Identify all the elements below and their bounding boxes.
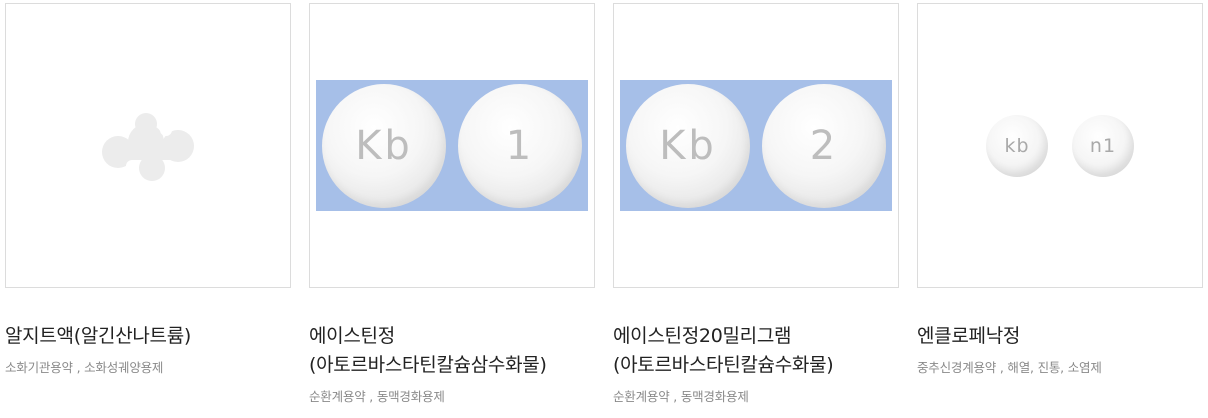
product-card[interactable]: Kb 1 에이스틴정 (아토르바스타틴칼슘삼수화물) 순환계용약 , 동맥경화용… xyxy=(309,3,595,405)
product-card[interactable]: 알지트액(알긴산나트륨) 소화기관용약 , 소화성궤양용제 xyxy=(5,3,291,376)
product-card[interactable]: kb n1 엔클로페낙정 중추신경계용약 , 해열, 진통, 소염제 xyxy=(917,3,1203,376)
product-name[interactable]: 에이스틴정 (아토르바스타틴칼슘삼수화물) xyxy=(309,322,595,380)
product-name-line1: 에이스틴정 xyxy=(309,325,395,347)
product-name-line2: (아토르바스타틴칼슘삼수화물) xyxy=(309,354,547,376)
product-category: 순환계용약 , 동맥경화용제 xyxy=(309,389,445,404)
pill-front: Kb xyxy=(626,83,750,208)
product-category: 순환계용약 , 동맥경화용제 xyxy=(613,389,749,404)
product-category: 중추신경계용약 , 해열, 진통, 소염제 xyxy=(917,360,1102,375)
product-thumbnail[interactable]: kb n1 xyxy=(917,3,1203,288)
product-name[interactable]: 엔클로페낙정 xyxy=(917,322,1203,351)
placeholder-logo-icon xyxy=(102,113,194,181)
pill-photo: Kb 1 xyxy=(316,80,588,211)
pill-back: 1 xyxy=(458,83,582,208)
product-category: 소화기관용약 , 소화성궤양용제 xyxy=(5,360,164,375)
pill-back: n1 xyxy=(1072,114,1134,177)
pill-photo: kb n1 xyxy=(924,80,1196,211)
product-name[interactable]: 에이스틴정20밀리그램 (아토르바스타틴칼슘수화물) xyxy=(613,322,899,380)
pill-photo: Kb 2 xyxy=(620,80,892,211)
pill-front: kb xyxy=(986,114,1048,177)
product-name[interactable]: 알지트액(알긴산나트륨) xyxy=(5,322,291,351)
product-name-line2: (아토르바스타틴칼슘수화물) xyxy=(613,354,834,376)
pill-front: Kb xyxy=(322,83,446,208)
product-thumbnail[interactable] xyxy=(5,3,291,288)
product-name-line1: 에이스틴정20밀리그램 xyxy=(613,325,792,347)
pill-back: 2 xyxy=(762,83,886,208)
product-card[interactable]: Kb 2 에이스틴정20밀리그램 (아토르바스타틴칼슘수화물) 순환계용약 , … xyxy=(613,3,899,405)
product-thumbnail[interactable]: Kb 1 xyxy=(309,3,595,288)
product-thumbnail[interactable]: Kb 2 xyxy=(613,3,899,288)
